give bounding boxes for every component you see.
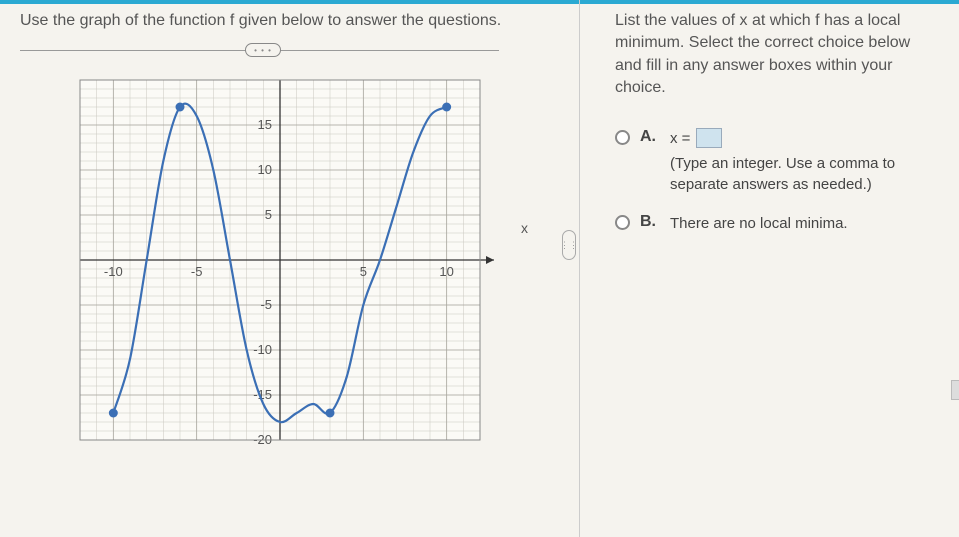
choice-a-equation: x =	[670, 128, 934, 149]
choice-a-row: A. x = (Type an integer. Use a comma to …	[615, 128, 934, 195]
choice-a-input[interactable]	[696, 128, 722, 148]
choice-a-lhs: x =	[670, 128, 690, 149]
svg-text:5: 5	[265, 207, 272, 222]
choice-b-text: There are no local minima.	[670, 213, 934, 234]
choice-b-letter: B.	[640, 213, 660, 231]
function-graph: x -10-5510-20-15-10-551015	[70, 70, 510, 450]
divider-row: • • •	[20, 40, 559, 60]
graph-prompt: Use the graph of the function f given be…	[20, 10, 559, 32]
x-axis-label: x	[521, 220, 528, 236]
svg-text:-5: -5	[260, 297, 272, 312]
right-edge-tab[interactable]	[951, 380, 959, 400]
drag-handle-icon[interactable]: ⋮⋮	[562, 230, 576, 260]
svg-text:-10: -10	[253, 342, 272, 357]
choice-a-letter: A.	[640, 128, 660, 146]
svg-text:10: 10	[439, 264, 453, 279]
choice-b-row: B. There are no local minima.	[615, 213, 934, 234]
right-panel: ⋮⋮ List the values of x at which f has a…	[580, 0, 959, 537]
radio-b[interactable]	[615, 215, 630, 230]
ellipsis-button[interactable]: • • •	[245, 43, 281, 57]
svg-text:10: 10	[258, 162, 272, 177]
svg-text:15: 15	[258, 117, 272, 132]
choice-a-hint: (Type an integer. Use a comma to separat…	[670, 153, 934, 195]
graph-svg: -10-5510-20-15-10-551015	[70, 70, 510, 450]
choice-a-body: x = (Type an integer. Use a comma to sep…	[670, 128, 934, 195]
svg-text:5: 5	[360, 264, 367, 279]
svg-text:-5: -5	[191, 264, 203, 279]
question-text: List the values of x at which f has a lo…	[615, 10, 934, 100]
radio-a[interactable]	[615, 130, 630, 145]
svg-text:-10: -10	[104, 264, 123, 279]
left-panel: Use the graph of the function f given be…	[0, 0, 580, 537]
answer-choices: A. x = (Type an integer. Use a comma to …	[615, 128, 934, 234]
